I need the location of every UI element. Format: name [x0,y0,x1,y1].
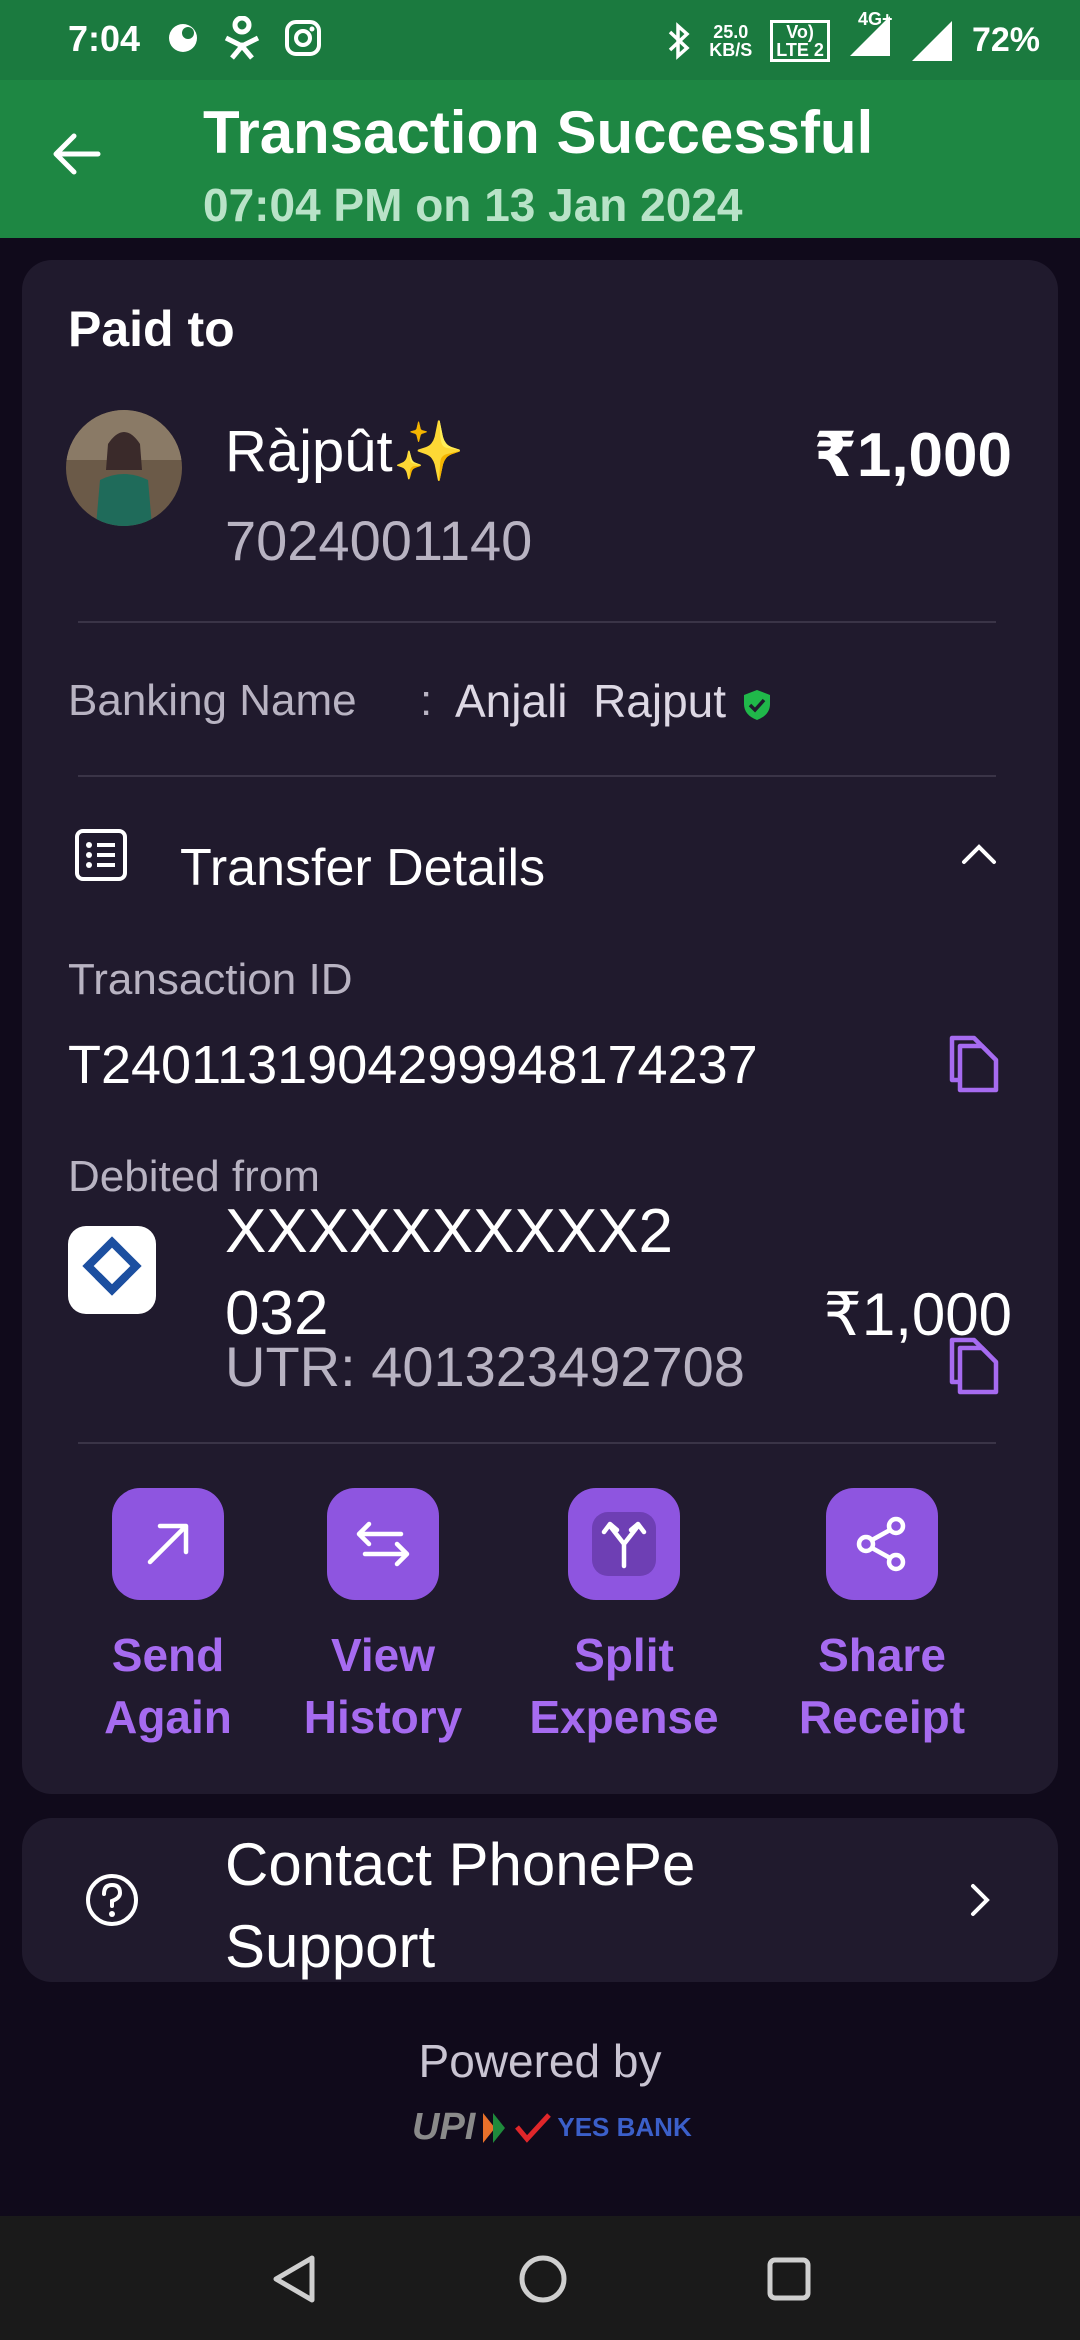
split-expense-icon-wrap[interactable] [568,1488,680,1600]
status-left-icons [166,16,322,60]
signal-group: 4G+ [848,10,892,67]
nav-recents-icon[interactable] [766,2256,812,2302]
transaction-id-label: Transaction ID [68,955,353,1004]
paid-to-heading: Paid to [68,301,235,357]
view-history-label[interactable]: View History [271,1624,495,1748]
swap-arrows-icon [356,1521,410,1567]
upi-logo: UPI [412,2106,476,2148]
yes-bank-logo: YES BANK [557,2112,692,2142]
debited-from-label: Debited from [68,1152,320,1201]
instagram-icon [285,20,321,56]
payment-amount: ₹1,000 [813,421,1012,490]
send-again-label[interactable]: Send Again [56,1624,280,1748]
divider [78,621,996,623]
accessibility-icon [224,16,260,60]
checkmark-icon [515,2112,552,2143]
chevron-up-icon[interactable] [960,842,998,866]
utr-number: UTR: 401323492708 [225,1335,745,1398]
share-icon [856,1516,906,1572]
payee-name: Ràjpût✨ [225,419,465,484]
volte-badge: Vo) LTE 2 [770,19,830,62]
bank-logo-icon [68,1226,156,1314]
view-history-button[interactable] [327,1488,439,1600]
divider [78,1442,996,1444]
bluetooth-icon [669,21,690,60]
nav-home-icon[interactable] [518,2254,568,2304]
net-unit: KB/S [709,39,753,60]
share-receipt-icon-wrap[interactable] [826,1488,938,1600]
banking-name: Anjali Rajput [455,675,727,727]
payee-phone: 7024001140 [225,509,533,572]
share-receipt-button[interactable] [826,1488,938,1600]
send-again-icon-wrap[interactable] [112,1488,224,1600]
transaction-datetime: 07:04 PM on 13 Jan 2024 [203,179,743,231]
chevron-right-icon[interactable] [968,1882,992,1918]
network-type: 4G+ [857,9,893,29]
split-icon [592,1512,656,1576]
verified-shield-icon [744,690,770,720]
battery-level: 72% [971,21,1040,59]
contact-support-label[interactable]: Contact PhonePe Support [225,1824,695,1988]
help-question-icon [86,1874,138,1926]
status-right-icons: 25.0 KB/S Vo) LTE 2 4G+ 72% [667,10,1040,67]
split-expense-label[interactable]: Split Expense [512,1624,736,1748]
banking-name-separator: : [420,676,433,725]
notification-icon [169,24,197,52]
nav-back-icon[interactable] [272,2254,318,2304]
account-number-line1: XXXXXXXXXX2 [225,1197,674,1266]
avatar[interactable] [66,410,182,526]
transfer-details-title[interactable]: Transfer Details [180,838,545,898]
arrow-up-right-icon [147,1523,189,1565]
receipt-list-icon [75,829,127,881]
view-history-icon-wrap[interactable] [327,1488,439,1600]
share-receipt-label[interactable]: Share Receipt [770,1624,994,1748]
page-title: Transaction Successful [203,99,874,166]
status-time: 7:04 [68,18,141,59]
send-again-button[interactable] [112,1488,224,1600]
divider [78,775,996,777]
transaction-id: T2401131904299948174237 [68,1035,758,1095]
powered-by-label: Powered by [418,2035,662,2087]
copy-icon[interactable] [944,1334,1002,1396]
upi-yesbank-logo: UPI YES BANK [412,2106,692,2149]
split-expense-button[interactable] [568,1488,680,1600]
banking-name-label: Banking Name [68,676,357,725]
upi-arrow-icon [483,2112,506,2143]
signal-icon-2 [911,20,952,61]
net-speed: 25.0 [713,21,749,42]
copy-icon[interactable] [944,1032,1002,1094]
back-arrow-icon[interactable] [50,128,102,180]
